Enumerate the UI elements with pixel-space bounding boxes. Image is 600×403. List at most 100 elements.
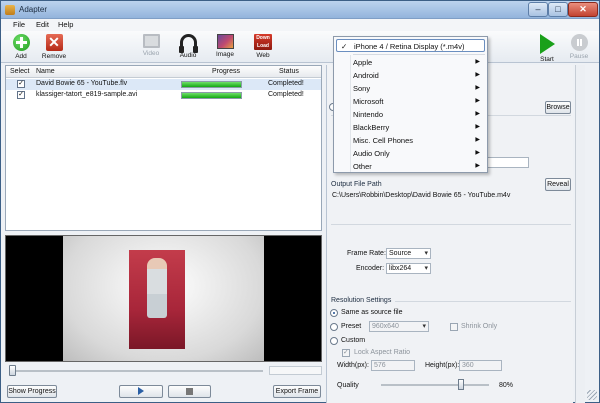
pause-icon	[570, 34, 588, 51]
divider	[331, 224, 571, 225]
stop-icon	[186, 387, 193, 395]
video-label: Video	[142, 50, 160, 57]
format-menu-item-label: Microsoft	[353, 97, 384, 106]
play-button[interactable]	[119, 385, 163, 398]
quality-slider-track[interactable]	[381, 384, 489, 386]
image-label: Image	[215, 51, 235, 58]
seek-track[interactable]	[13, 370, 263, 372]
format-menu-item-microsoft[interactable]: Microsoft ▶	[334, 95, 487, 108]
audio-label: Audio	[179, 52, 197, 59]
submenu-arrow-icon: ▶	[475, 163, 480, 169]
table-row[interactable]: ✓ klassiger-tatort_e819-sample.avi Complet…	[6, 90, 321, 101]
table-row[interactable]: ✓ David Bowie 65 - YouTube.flv Completed!	[6, 79, 321, 90]
format-menu-item-audio-only[interactable]: Audio Only ▶	[334, 147, 487, 160]
web-button[interactable]: Down Load Web	[252, 34, 274, 59]
minimize-button[interactable]: –	[528, 2, 548, 17]
reveal-button[interactable]: Reveal	[545, 178, 571, 191]
format-menu-item-label: Nintendo	[353, 110, 384, 119]
custom-label: Custom	[341, 337, 366, 344]
image-icon	[216, 34, 234, 49]
width-label: Width(px):	[337, 362, 369, 369]
title-bar: Adapter – □ ✕	[1, 1, 599, 19]
browse-button[interactable]: Browse	[545, 101, 571, 114]
custom-radio[interactable]	[330, 337, 338, 345]
remove-button[interactable]: ✕ Remove	[39, 34, 69, 60]
shrink-only-checkbox[interactable]	[450, 323, 458, 331]
pause-label: Pause	[569, 53, 589, 60]
headphones-icon	[178, 34, 198, 53]
row-file-name: klassiger-tatort_e819-sample.avi	[36, 91, 138, 98]
format-menu-item-other[interactable]: Other ▶	[334, 160, 487, 173]
video-preview	[5, 235, 322, 362]
menu-help[interactable]: Help	[58, 20, 73, 29]
add-label: Add	[15, 53, 27, 60]
row-progress-bar	[181, 92, 242, 99]
format-menu-item-label: Sony	[353, 84, 371, 93]
format-menu-item-android[interactable]: Android ▶	[334, 69, 487, 82]
play-icon	[138, 387, 144, 396]
add-button[interactable]: Add	[10, 34, 32, 60]
format-menu-item-nintendo[interactable]: Nintendo ▶	[334, 108, 487, 121]
same-as-source-radio[interactable]	[330, 309, 338, 317]
show-progress-button[interactable]: Show Progress	[7, 385, 57, 398]
row-checkbox[interactable]: ✓	[17, 91, 25, 99]
preset-radio[interactable]	[330, 323, 338, 331]
submenu-arrow-icon: ▶	[475, 72, 480, 78]
col-status[interactable]: Status	[279, 68, 299, 75]
col-name[interactable]: Name	[36, 68, 55, 75]
col-progress[interactable]: Progress	[212, 68, 240, 75]
menu-edit[interactable]: Edit	[36, 20, 49, 29]
remove-icon: ✕	[45, 34, 63, 51]
video-button[interactable]: Video	[140, 34, 162, 57]
encoder-label: Encoder:	[356, 265, 385, 272]
format-menu-item-label: Apple	[353, 58, 373, 67]
row-progress-fill	[182, 82, 241, 87]
remove-label: Remove	[41, 53, 67, 60]
format-menu-item-sony[interactable]: Sony ▶	[334, 82, 487, 95]
row-status: Completed!	[268, 91, 304, 98]
audio-button[interactable]: Audio	[177, 34, 199, 59]
export-frame-button[interactable]: Export Frame	[273, 385, 321, 398]
pause-button[interactable]: Pause	[567, 34, 591, 60]
preset-label: Preset	[341, 323, 362, 330]
output-file-path-label: Output File Path	[331, 181, 382, 188]
image-button[interactable]: Image	[214, 34, 236, 58]
quality-slider-thumb[interactable]	[458, 379, 464, 390]
height-field[interactable]: 360	[459, 360, 502, 371]
download-icon-line1: Down	[256, 35, 270, 41]
format-menu-selected[interactable]: ✓ iPhone 4 / Retina Display (*.m4v)	[336, 39, 485, 52]
preview-figure	[147, 258, 167, 318]
play-icon	[539, 34, 555, 54]
stop-button[interactable]	[168, 385, 211, 398]
settings-scrollbar[interactable]	[575, 65, 585, 403]
maximize-button[interactable]: □	[548, 2, 568, 17]
submenu-arrow-icon: ▶	[475, 111, 480, 117]
close-button[interactable]: ✕	[568, 2, 598, 17]
file-list-header: Select Name Progress Status	[6, 66, 321, 78]
row-progress-bar	[181, 81, 242, 88]
monitor-icon	[142, 34, 160, 48]
resize-grip[interactable]	[587, 390, 597, 400]
preset-select[interactable]: 960x640	[369, 321, 429, 332]
lock-aspect-checkbox[interactable]	[342, 348, 350, 357]
encoder-select[interactable]: libx264	[386, 263, 431, 274]
row-file-name: David Bowie 65 - YouTube.flv	[36, 80, 128, 87]
frame-rate-select[interactable]: Source	[386, 248, 431, 259]
row-checkbox[interactable]: ✓	[17, 80, 25, 88]
output-file-path: C:\Users\Robbin\Desktop\David Bowie 65 -…	[332, 192, 511, 199]
format-menu-item-misc-cell-phones[interactable]: Misc. Cell Phones ▶	[334, 134, 487, 147]
menu-file[interactable]: File	[13, 20, 25, 29]
width-field[interactable]: 576	[371, 360, 415, 371]
submenu-arrow-icon: ▶	[475, 124, 480, 130]
lock-aspect-label: Lock Aspect Ratio	[354, 349, 411, 356]
seek-thumb[interactable]	[9, 365, 16, 376]
row-progress-fill	[182, 93, 241, 98]
format-menu-item-label: Android	[353, 71, 379, 80]
format-menu-item-blackberry[interactable]: BlackBerry ▶	[334, 121, 487, 134]
height-label: Height(px):	[425, 362, 460, 369]
check-icon: ✓	[341, 42, 348, 51]
menu-bar: File Edit Help	[1, 19, 599, 31]
start-button[interactable]: Start	[537, 34, 557, 63]
col-select[interactable]: Select	[10, 68, 29, 75]
format-menu-item-apple[interactable]: Apple ▶	[334, 56, 487, 69]
